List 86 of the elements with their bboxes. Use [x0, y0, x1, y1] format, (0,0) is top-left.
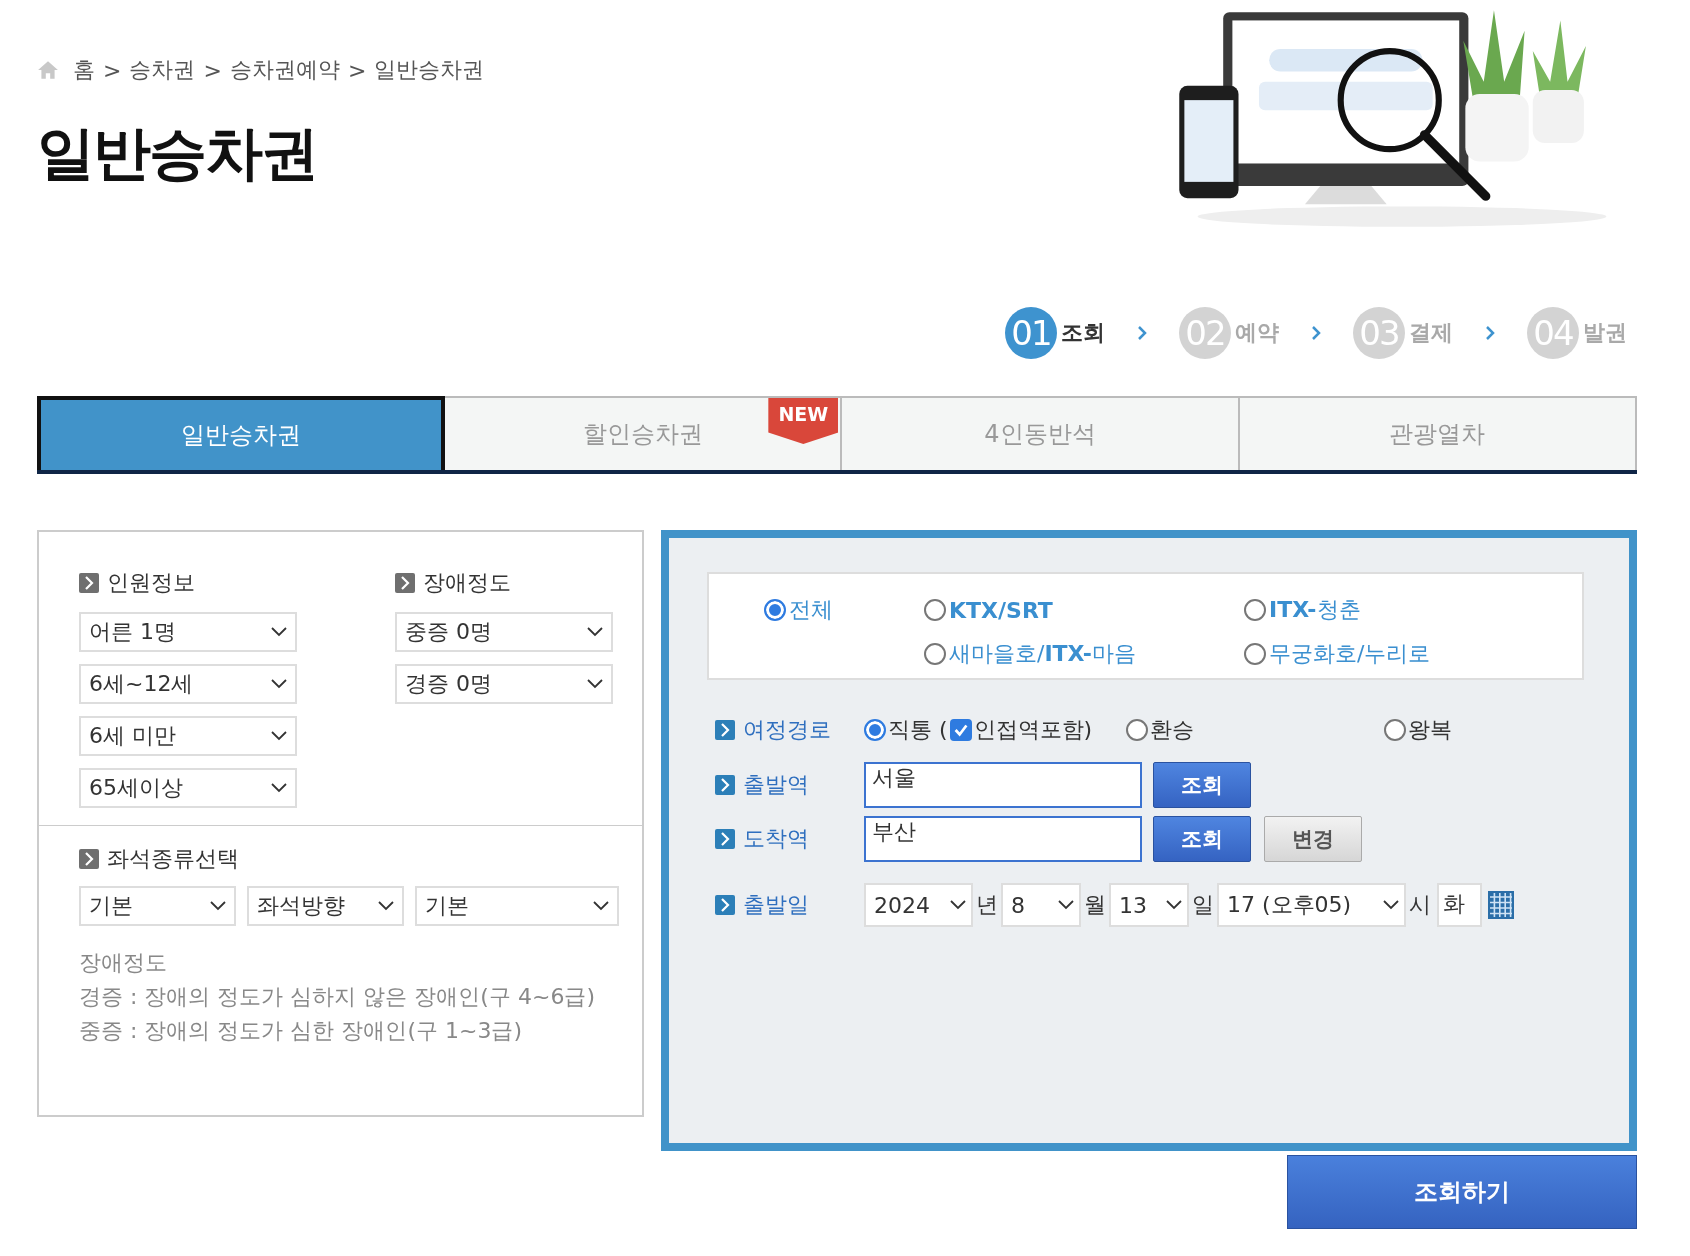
dropdown[interactable]: 17 (오후05) — [1217, 883, 1406, 927]
field-label: 출발역 — [743, 771, 809, 799]
station-button[interactable]: 변경 — [1264, 816, 1362, 862]
radio-button[interactable] — [1126, 719, 1149, 741]
radio-button[interactable] — [924, 643, 946, 665]
chevron-down-icon — [1058, 900, 1074, 910]
chevron-square-icon — [715, 720, 735, 740]
radio-button[interactable] — [764, 599, 786, 621]
radio-button[interactable] — [864, 719, 886, 741]
breadcrumb-link[interactable]: 승차권 — [129, 55, 196, 85]
chevron-square-icon — [79, 849, 99, 869]
page-title: 일반승차권 — [37, 118, 318, 189]
radio-label[interactable]: 직통 ( — [888, 715, 948, 745]
station-button[interactable]: 조회 — [1153, 762, 1251, 808]
calendar-icon[interactable] — [1488, 891, 1514, 919]
chevron-square-icon — [395, 573, 415, 593]
chevron-square-icon — [715, 895, 735, 915]
section-title: 좌석종류선택 — [107, 845, 239, 873]
section-title: 인원정보 — [107, 569, 195, 597]
chevron-down-icon — [1383, 900, 1399, 910]
breadcrumb-link[interactable]: 승차권예약 — [229, 55, 340, 85]
chevron-square-icon — [79, 573, 99, 593]
breadcrumb-link[interactable]: 일반승차권 — [374, 55, 485, 85]
date-unit: 시 — [1409, 891, 1431, 919]
step-number: 01 — [1005, 307, 1057, 359]
field-label: 여정경로 — [743, 716, 831, 744]
dropdown[interactable]: 경증 0명 — [395, 664, 613, 704]
tab[interactable]: 할인승차권 NEW — [445, 396, 843, 470]
radio-button[interactable] — [1244, 599, 1266, 621]
dropdown[interactable]: 어른 1명 — [79, 612, 297, 652]
date-unit: 년 — [976, 891, 998, 919]
chevron-down-icon — [210, 901, 226, 911]
new-badge: NEW — [768, 398, 839, 444]
search-button[interactable]: 조회하기 — [1287, 1155, 1637, 1229]
radio-button[interactable] — [924, 599, 946, 621]
step-label: 조회 — [1061, 319, 1105, 347]
chevron-down-icon — [271, 731, 287, 741]
field-label: 도착역 — [743, 825, 809, 853]
chevron-down-icon — [378, 901, 394, 911]
chevron-down-icon — [271, 783, 287, 793]
chevron-down-icon — [271, 679, 287, 689]
station-field[interactable]: 부산 — [864, 816, 1142, 862]
station-button[interactable]: 조회 — [1153, 816, 1251, 862]
step-label: 발권 — [1583, 319, 1627, 347]
step-label: 예약 — [1235, 319, 1279, 347]
dropdown[interactable]: 6세~12세 — [79, 664, 297, 704]
radio-label[interactable]: 환승 — [1150, 715, 1195, 745]
chevron-down-icon — [950, 900, 966, 910]
chevron-down-icon — [593, 901, 609, 911]
breadcrumb-separator: > — [347, 57, 367, 83]
chevron-down-icon — [587, 627, 603, 637]
chevron-square-icon — [715, 829, 735, 849]
chevron-down-icon — [271, 627, 287, 637]
step-label: 결제 — [1409, 319, 1453, 347]
dropdown[interactable]: 기본 — [79, 886, 236, 926]
dropdown[interactable]: 중증 0명 — [395, 612, 613, 652]
radio-button[interactable] — [1244, 643, 1266, 665]
dropdown[interactable]: 8 — [1001, 883, 1081, 927]
note-text: 경증 : 장애의 정도가 심하지 않은 장애인(구 4~6급) — [79, 983, 596, 1011]
note-title: 장애정도 — [79, 949, 168, 977]
note-text: 중증 : 장애의 정도가 심한 장애인(구 1~3급) — [79, 1017, 523, 1045]
checkbox[interactable] — [949, 719, 972, 741]
dropdown[interactable]: 13 — [1109, 883, 1189, 927]
weekday-field: 화 — [1437, 883, 1482, 927]
breadcrumb-separator: > — [103, 57, 122, 83]
date-unit: 월 — [1084, 891, 1106, 919]
dropdown[interactable]: 좌석방향 — [247, 886, 404, 926]
radio-button[interactable] — [1384, 719, 1407, 741]
chevron-right-icon — [1485, 325, 1495, 341]
dropdown[interactable]: 6세 미만 — [79, 716, 297, 756]
chevron-square-icon — [715, 775, 735, 795]
breadcrumb-separator: > — [203, 57, 222, 83]
radio-label[interactable]: 왕복 — [1408, 715, 1453, 745]
dropdown[interactable]: 65세이상 — [79, 768, 297, 808]
checkbox-label[interactable]: 인접역포함) — [973, 715, 1093, 745]
breadcrumb-link[interactable]: 홈 — [73, 55, 95, 85]
dropdown[interactable]: 기본 — [415, 886, 619, 926]
chevron-right-icon — [1137, 325, 1147, 341]
date-unit: 일 — [1192, 891, 1214, 919]
chevron-down-icon — [587, 679, 603, 689]
chevron-right-icon — [1311, 325, 1321, 341]
chevron-down-icon — [1166, 900, 1182, 910]
section-title: 장애정도 — [423, 569, 511, 597]
dropdown[interactable]: 2024 — [864, 883, 973, 927]
station-field[interactable]: 서울 — [864, 762, 1142, 808]
field-label: 출발일 — [743, 891, 809, 919]
